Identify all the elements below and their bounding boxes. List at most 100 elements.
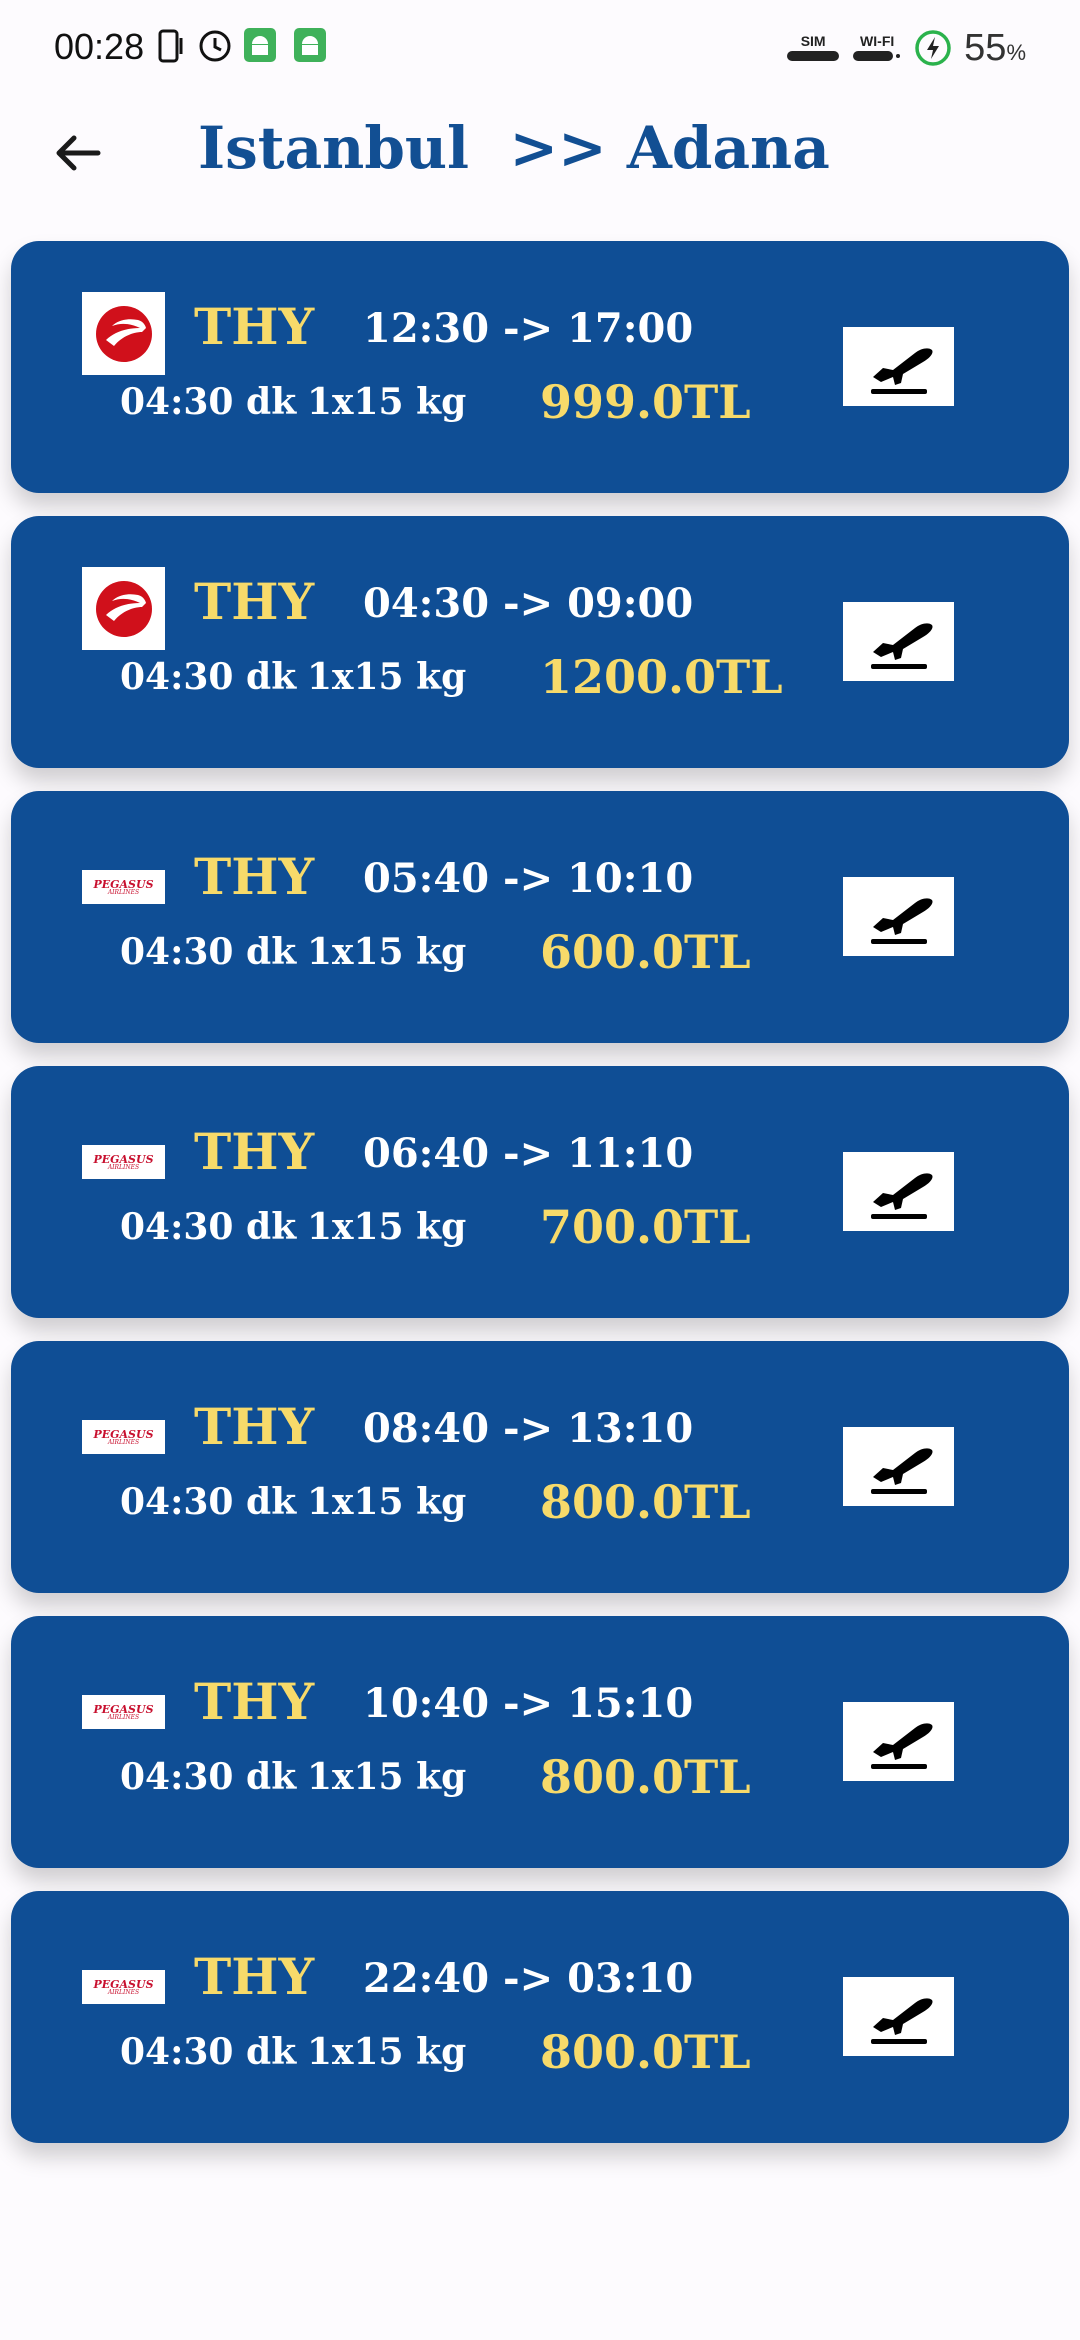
airline-name: THY: [194, 1947, 315, 2006]
time-arrow: ->: [503, 305, 554, 352]
airline-name: THY: [194, 572, 315, 631]
book-flight-button[interactable]: [843, 1152, 954, 1231]
book-flight-button[interactable]: [843, 1702, 954, 1781]
book-flight-button[interactable]: [843, 602, 954, 681]
arrival-time: 13:10: [567, 1405, 694, 1452]
departure-time: 12:30: [363, 305, 490, 352]
book-flight-button[interactable]: [843, 1427, 954, 1506]
sim-label: SIM: [800, 33, 826, 49]
wifi-label: WI-FI: [860, 33, 895, 49]
android-icon: [294, 28, 326, 62]
time-arrow: ->: [503, 1130, 554, 1177]
arrival-time: 15:10: [567, 1680, 694, 1727]
arrival-time: 17:00: [567, 305, 694, 352]
pegasus-logo-icon: PEGASUS AIRLINES: [82, 1695, 165, 1729]
flight-card[interactable]: PEGASUS AIRLINES THY 06:40 -> 11:10 04:30…: [11, 1066, 1069, 1318]
flight-times: 04:30 -> 09:00: [363, 580, 693, 627]
status-right-group: SIM WI-FI 55%: [786, 26, 1026, 70]
status-time: 00:28: [54, 26, 145, 67]
flight-card[interactable]: PEGASUS AIRLINES THY 10:40 -> 15:10 04:30…: [11, 1616, 1069, 1868]
time-arrow: ->: [503, 1955, 554, 2002]
pegasus-wordmark: PEGASUS AIRLINES: [93, 1152, 154, 1171]
thy-crane-icon: [95, 580, 152, 637]
departure-time: 04:30: [363, 580, 490, 627]
flight-duration: 04:30 dk: [120, 656, 297, 698]
baggage-allowance: 1x15 kg: [307, 1756, 467, 1798]
flight-card[interactable]: PEGASUS AIRLINES THY 22:40 -> 03:10 04:30…: [11, 1891, 1069, 2143]
time-arrow: ->: [503, 1405, 554, 1452]
flight-times: 08:40 -> 13:10: [363, 1405, 693, 1452]
pegasus-logo-icon: PEGASUS AIRLINES: [82, 1420, 165, 1454]
battery-charging-icon: [915, 30, 951, 66]
departure-time: 10:40: [363, 1680, 490, 1727]
baggage-allowance: 1x15 kg: [307, 2031, 467, 2073]
flight-list: THY 12:30 -> 17:00 04:30 dk 1x15 kg 999.…: [11, 241, 1069, 2166]
thy-logo-icon: [82, 292, 165, 375]
time-arrow: ->: [503, 580, 554, 627]
alarm-icon: [199, 30, 231, 62]
arrival-time: 11:10: [567, 1130, 694, 1177]
origin-city: Istanbul: [198, 114, 470, 182]
baggage-allowance: 1x15 kg: [307, 1481, 467, 1523]
airline-name: THY: [194, 1672, 315, 1731]
flight-duration: 04:30 dk: [120, 1756, 297, 1798]
flight-price: 800.0TL: [540, 2025, 751, 2079]
airline-name: THY: [194, 297, 315, 356]
flight-duration: 04:30 dk: [120, 381, 297, 423]
back-button[interactable]: [40, 116, 114, 190]
flight-times: 12:30 -> 17:00: [363, 305, 693, 352]
route-separator: >>: [509, 114, 607, 182]
pegasus-logo-icon: PEGASUS AIRLINES: [82, 1145, 165, 1179]
airplane-takeoff-icon: [870, 897, 933, 944]
flight-duration: 04:30 dk: [120, 1481, 297, 1523]
flight-card[interactable]: THY 04:30 -> 09:00 04:30 dk 1x15 kg 1200…: [11, 516, 1069, 768]
thy-logo-icon: [82, 567, 165, 650]
airplane-takeoff-icon: [870, 347, 933, 394]
book-flight-button[interactable]: [843, 327, 954, 406]
flight-card[interactable]: PEGASUS AIRLINES THY 08:40 -> 13:10 04:30…: [11, 1341, 1069, 1593]
flight-price: 999.0TL: [540, 375, 751, 429]
flight-card[interactable]: THY 12:30 -> 17:00 04:30 dk 1x15 kg 999.…: [11, 241, 1069, 493]
flight-times: 06:40 -> 11:10: [363, 1130, 693, 1177]
departure-time: 22:40: [363, 1955, 490, 2002]
airplane-takeoff-icon: [870, 1447, 933, 1494]
pegasus-wordmark: PEGASUS AIRLINES: [93, 1977, 154, 1996]
pegasus-logo-icon: PEGASUS AIRLINES: [82, 1970, 165, 2004]
airline-name: THY: [194, 1397, 315, 1456]
departure-time: 05:40: [363, 855, 490, 902]
thy-crane-icon: [95, 305, 152, 362]
book-flight-button[interactable]: [843, 1977, 954, 2056]
flight-duration: 04:30 dk: [120, 2031, 297, 2073]
android-icon: [244, 28, 276, 62]
departure-time: 08:40: [363, 1405, 490, 1452]
wifi-signal-icon: WI-FI: [852, 33, 902, 63]
arrow-back-icon: [56, 135, 101, 171]
battery-percent: 55%: [964, 26, 1026, 69]
status-bar: 00:28 SIM WI-FI 55%: [0, 0, 1080, 96]
time-arrow: ->: [503, 1680, 554, 1727]
flight-price: 600.0TL: [540, 925, 751, 979]
book-flight-button[interactable]: [843, 877, 954, 956]
pegasus-wordmark: PEGASUS AIRLINES: [93, 1427, 154, 1446]
flight-price: 700.0TL: [540, 1200, 751, 1254]
baggage-allowance: 1x15 kg: [307, 381, 467, 423]
time-arrow: ->: [503, 855, 554, 902]
airplane-takeoff-icon: [870, 1997, 933, 2044]
airplane-takeoff-icon: [870, 622, 933, 669]
flight-price: 800.0TL: [540, 1475, 751, 1529]
flight-duration: 04:30 dk: [120, 931, 297, 973]
flight-price: 800.0TL: [540, 1750, 751, 1804]
pegasus-wordmark: PEGASUS AIRLINES: [93, 877, 154, 896]
flight-duration: 04:30 dk: [120, 1206, 297, 1248]
vibrate-icon: [158, 29, 183, 63]
arrival-time: 09:00: [567, 580, 694, 627]
flight-times: 05:40 -> 10:10: [363, 855, 693, 902]
route-title: Istanbul >> Adana: [198, 114, 830, 182]
baggage-allowance: 1x15 kg: [307, 931, 467, 973]
departure-time: 06:40: [363, 1130, 490, 1177]
arrival-time: 10:10: [567, 855, 694, 902]
app-bar: Istanbul >> Adana: [0, 96, 1080, 226]
baggage-allowance: 1x15 kg: [307, 656, 467, 698]
flight-card[interactable]: PEGASUS AIRLINES THY 05:40 -> 10:10 04:30…: [11, 791, 1069, 1043]
arrival-time: 03:10: [567, 1955, 694, 2002]
